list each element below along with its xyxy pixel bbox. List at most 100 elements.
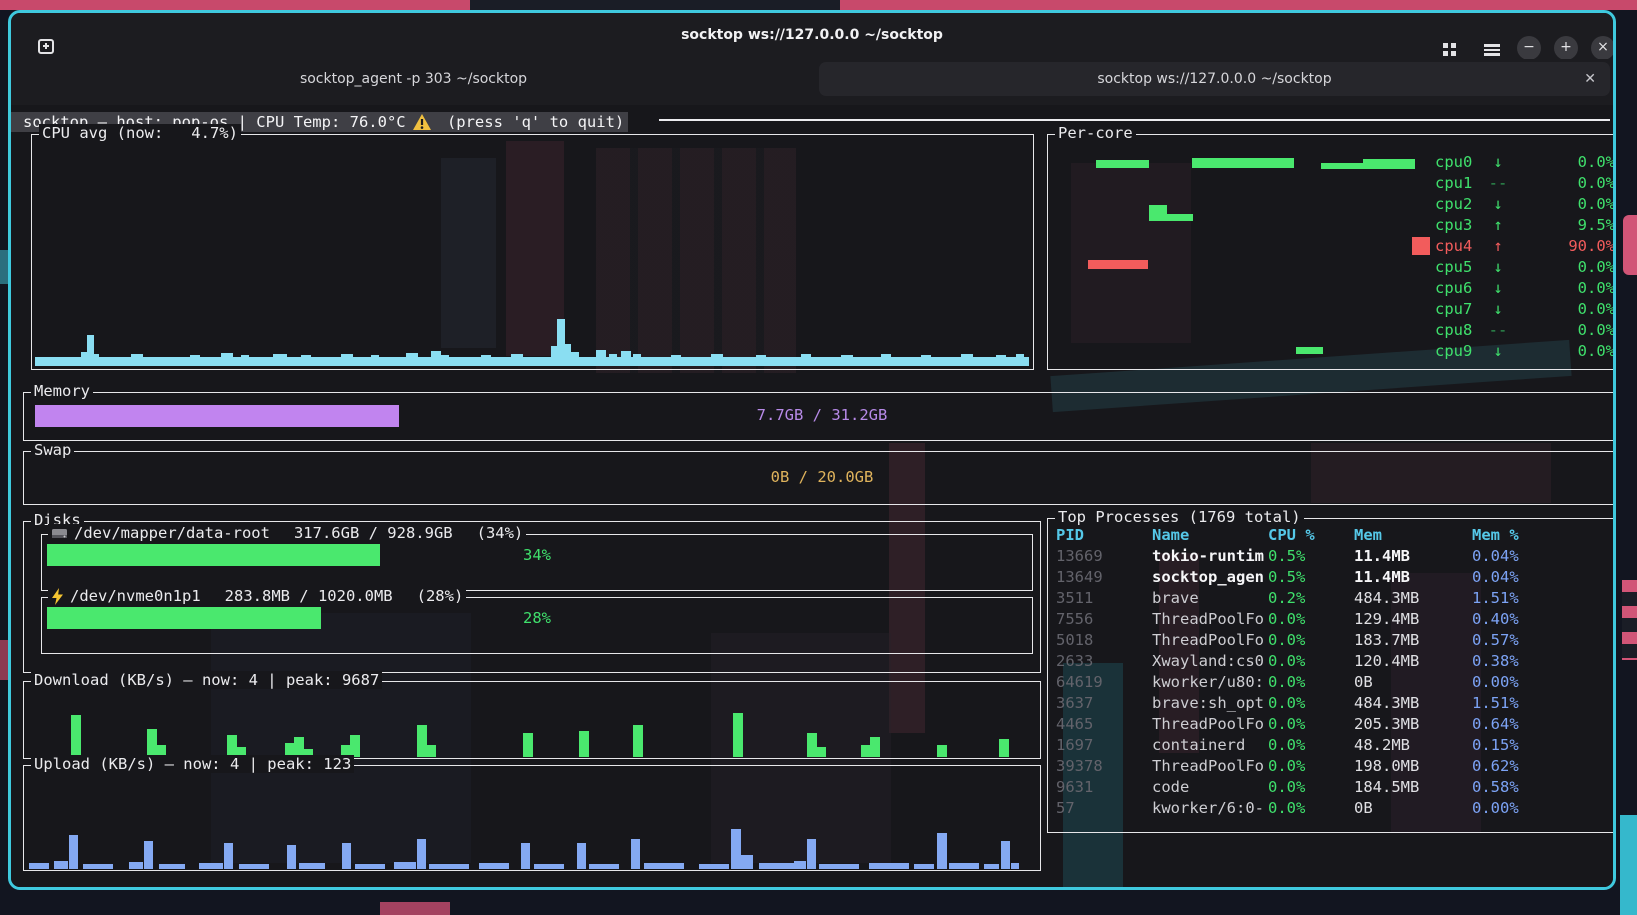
chart-bar	[144, 841, 153, 869]
tab-close-icon[interactable]: ✕	[1584, 62, 1596, 96]
process-row: 13669tokio-runtim0.5%11.4MB0.04%	[1048, 546, 1616, 567]
chart-bar	[631, 839, 640, 869]
process-row: 39378ThreadPoolFo0.0%198.0MB0.62%	[1048, 756, 1616, 777]
process-cpu: 0.0%	[1268, 735, 1354, 756]
core-name: cpu6	[1435, 278, 1481, 299]
chart-bar	[996, 355, 1006, 366]
core-usage-value: 0.0%	[1515, 341, 1615, 362]
process-memp: 0.40%	[1472, 609, 1616, 630]
core-trend-arrow-icon: ↑	[1481, 236, 1515, 257]
process-table-header: PIDNameCPU %MemMem %	[1048, 525, 1616, 546]
hard-drive-icon	[51, 526, 68, 541]
desktop: socktop ws://127.0.0.0 ~/socktop − + × s…	[0, 0, 1637, 915]
chart-bar	[589, 864, 619, 869]
chart-bar	[94, 354, 99, 366]
maximize-button[interactable]: +	[1554, 36, 1578, 60]
process-mem: 484.3MB	[1354, 588, 1472, 609]
tab-socktop[interactable]: socktop ws://127.0.0.0 ~/socktop ✕	[819, 62, 1610, 96]
chart-bar	[557, 319, 565, 366]
chart-bar	[54, 861, 68, 869]
chart-bar	[579, 731, 589, 757]
process-pid: 39378	[1056, 756, 1152, 777]
core-usage-value: 0.0%	[1515, 299, 1615, 320]
core-trend-arrow-icon: --	[1481, 173, 1515, 194]
chart-bar	[671, 355, 681, 366]
core-row: cpu4↑90.0%	[1409, 236, 1615, 257]
core-history-bar	[1192, 158, 1294, 168]
chart-bar	[596, 350, 606, 366]
process-mem: 183.7MB	[1354, 630, 1472, 651]
chart-bar	[534, 864, 564, 869]
chart-bar	[571, 352, 579, 366]
process-cpu: 0.0%	[1268, 798, 1354, 819]
chart-bar	[609, 354, 617, 366]
chart-bar	[427, 745, 436, 757]
core-row: cpu8--0.0%	[1409, 320, 1615, 341]
swap-value: 0B / 20.0GB	[24, 468, 1616, 486]
cpu-avg-chart	[35, 144, 1029, 366]
chart-bar	[961, 354, 973, 366]
memory-panel: Memory 7.7GB / 31.2GB	[23, 392, 1616, 441]
process-mem: 484.3MB	[1354, 693, 1472, 714]
chart-bar	[801, 354, 811, 366]
process-pid: 9631	[1056, 777, 1152, 798]
process-pid: 1697	[1056, 735, 1152, 756]
core-name: cpu5	[1435, 257, 1481, 278]
chart-bar	[841, 355, 853, 366]
process-pid: 3511	[1056, 588, 1152, 609]
process-row: 57kworker/6:0-0.0%0B0.00%	[1048, 798, 1616, 819]
tab-socktop-agent[interactable]: socktop_agent -p 303 ~/socktop	[11, 59, 816, 105]
processes-panel: Top Processes (1769 total) PIDNameCPU %M…	[1047, 518, 1616, 833]
chart-bar	[949, 863, 979, 869]
chart-bar	[794, 861, 806, 869]
chart-bar	[301, 355, 311, 366]
chart-bar	[355, 864, 385, 869]
process-name: containerd	[1152, 735, 1268, 756]
chart-bar	[937, 833, 947, 869]
process-pid: 64619	[1056, 672, 1152, 693]
wallpaper-stripes	[1622, 580, 1637, 660]
grid-menu-icon[interactable]	[1443, 43, 1456, 56]
warning-icon	[412, 113, 432, 131]
swap-title: Swap	[31, 441, 74, 459]
chart-bar	[221, 353, 233, 366]
process-row: 5018ThreadPoolFo0.0%183.7MB0.57%	[1048, 630, 1616, 651]
process-cpu: 0.0%	[1268, 756, 1354, 777]
process-name: Xwayland:cs0	[1152, 651, 1268, 672]
chart-bar	[521, 843, 530, 869]
chart-bar	[479, 863, 509, 869]
chart-bar	[711, 354, 723, 366]
cpu-avg-title: CPU avg (now: 4.7%)	[39, 124, 241, 142]
chart-bar	[759, 863, 799, 869]
process-row: 2633Xwayland:cs00.0%120.4MB0.38%	[1048, 651, 1616, 672]
process-mem: 0B	[1354, 798, 1472, 819]
chart-bar	[511, 354, 523, 366]
core-row: cpu6↓0.0%	[1409, 278, 1615, 299]
core-usage-value: 0.0%	[1515, 257, 1615, 278]
process-memp: 0.57%	[1472, 630, 1616, 651]
process-mem: 120.4MB	[1354, 651, 1472, 672]
core-name: cpu4	[1435, 236, 1481, 257]
core-history-bar	[1363, 159, 1415, 169]
chart-bar	[241, 355, 249, 366]
process-memp: 0.58%	[1472, 777, 1616, 798]
core-name: cpu3	[1435, 215, 1481, 236]
core-trend-arrow-icon: --	[1481, 320, 1515, 341]
process-memp: 0.64%	[1472, 714, 1616, 735]
chart-bar	[1016, 354, 1024, 366]
hamburger-menu-icon[interactable]	[1484, 44, 1500, 55]
chart-bar	[431, 351, 441, 366]
process-mem: 184.5MB	[1354, 777, 1472, 798]
chart-bar	[817, 747, 826, 757]
process-cpu: 0.5%	[1268, 546, 1354, 567]
minimize-button[interactable]: −	[1517, 36, 1541, 60]
wallpaper-smudge	[380, 902, 450, 915]
chart-bar	[429, 864, 469, 869]
core-usage-value: 0.0%	[1515, 320, 1615, 341]
chart-bar	[417, 839, 426, 869]
chart-bar	[807, 839, 816, 869]
core-row: cpu9↓0.0%	[1409, 341, 1615, 362]
core-usage-value: 90.0%	[1515, 236, 1615, 257]
close-button[interactable]: ×	[1591, 36, 1615, 60]
process-mem: 0B	[1354, 672, 1472, 693]
